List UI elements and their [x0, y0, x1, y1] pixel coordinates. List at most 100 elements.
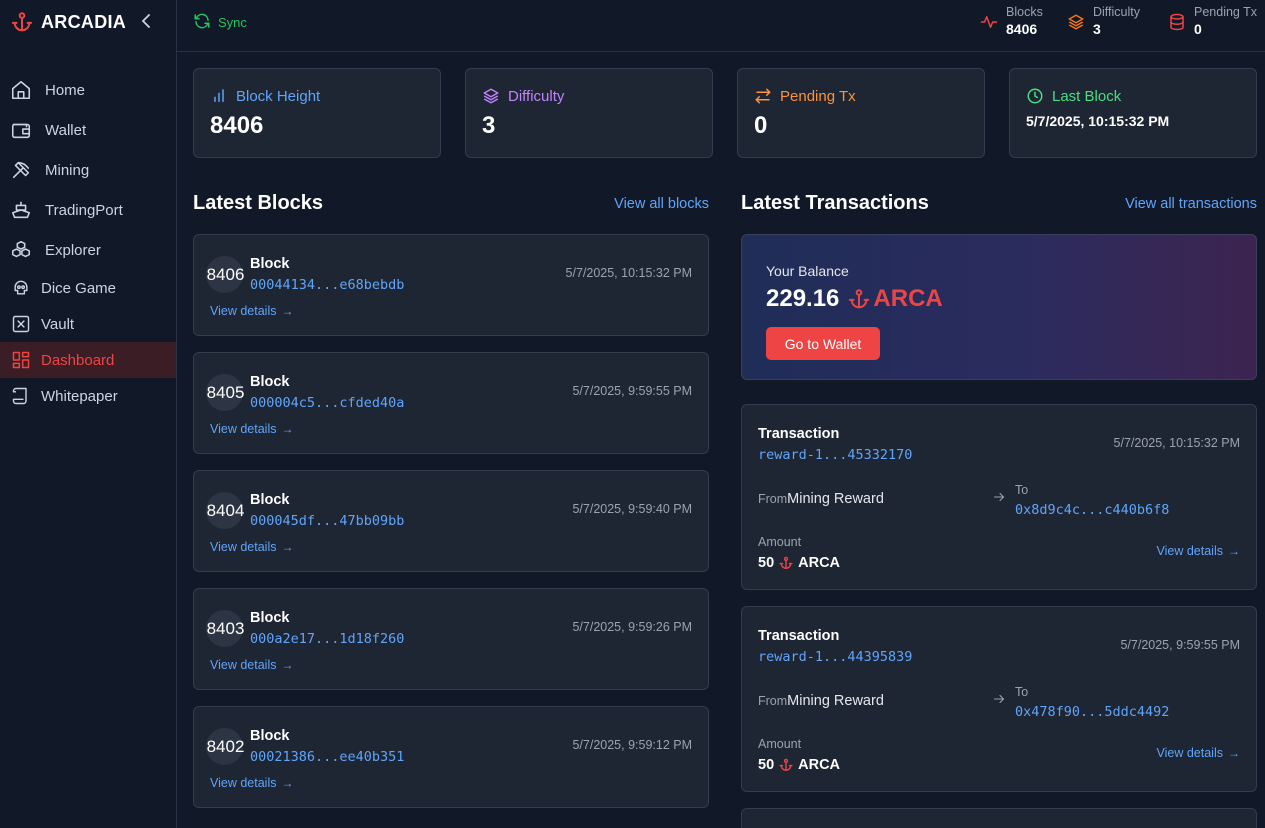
arrow-right-icon: →	[281, 540, 294, 554]
amount-label: Amount	[758, 535, 802, 549]
view-details-link[interactable]: View details →	[1157, 746, 1240, 760]
block-hash[interactable]: 00044134...e68bebdb	[250, 277, 404, 293]
stat-card-value: 0	[754, 112, 768, 139]
stat-card-block-height: Block Height 8406	[193, 68, 441, 158]
block-hash[interactable]: 000a2e17...1d18f260	[250, 631, 404, 647]
block-hash[interactable]: 000045df...47bb09bb	[250, 513, 404, 529]
amount-number: 50	[758, 555, 775, 571]
brand-name: ARCADIA	[41, 11, 127, 32]
anchor-icon	[778, 555, 794, 571]
block-number: 8405	[206, 382, 245, 402]
block-card[interactable]: 8406 Block 00044134...e68bebdb 5/7/2025,…	[193, 234, 709, 336]
vault-icon	[10, 313, 32, 335]
arrow-right-icon: →	[281, 422, 294, 436]
anchor-icon	[847, 287, 871, 311]
transaction-from: From Mining Reward	[758, 693, 884, 709]
sidebar-item-home[interactable]: Home	[0, 70, 176, 110]
view-details-link[interactable]: View details →	[210, 658, 293, 672]
sidebar-item-label: Wallet	[45, 121, 87, 139]
latest-blocks-title: Latest Blocks	[193, 192, 324, 214]
from-value: Mining Reward	[787, 491, 884, 507]
sidebar-item-mining[interactable]: Mining	[0, 150, 176, 190]
block-time: 5/7/2025, 10:15:32 PM	[565, 266, 692, 280]
home-icon	[10, 79, 32, 101]
scroll-icon	[10, 385, 32, 407]
sidebar-item-label: Vault	[41, 315, 75, 333]
bar-chart-icon	[210, 87, 228, 105]
arrow-right-icon: →	[281, 658, 294, 672]
from-label: From	[758, 492, 788, 506]
block-number-badge: 8403	[206, 610, 244, 647]
layers-icon	[1066, 12, 1086, 32]
anchor-icon	[778, 757, 794, 773]
block-number-badge: 8406	[206, 256, 245, 293]
balance-amount: 229.16	[766, 285, 840, 312]
view-details-link[interactable]: View details →	[210, 776, 293, 790]
sidebar-item-explorer[interactable]: Explorer	[0, 230, 176, 270]
from-value: Mining Reward	[787, 693, 884, 709]
sidebar-nav: Home Wallet Mining TradingPort Explorer …	[0, 70, 176, 414]
block-hash[interactable]: 00021386...ee40b351	[250, 749, 404, 765]
topbar-stat-difficulty: Difficulty 3	[1066, 4, 1140, 38]
layers-icon	[482, 87, 500, 105]
view-details-link[interactable]: View details →	[210, 422, 293, 436]
view-details-link[interactable]: View details →	[1157, 544, 1240, 558]
transaction-time: 5/7/2025, 10:15:32 PM	[1113, 436, 1240, 450]
block-number: 8402	[206, 736, 245, 756]
block-time: 5/7/2025, 9:59:40 PM	[572, 502, 692, 516]
stat-value: 3	[1093, 21, 1101, 37]
sidebar-item-vault[interactable]: Vault	[0, 306, 176, 342]
stat-card-value: 5/7/2025, 10:15:32 PM	[1026, 113, 1170, 129]
view-details-link[interactable]: View details →	[210, 540, 293, 554]
block-title: Block	[250, 256, 290, 272]
to-address[interactable]: 0x478f90...5ddc4492	[1015, 704, 1169, 720]
view-details-label: View details	[210, 540, 277, 554]
view-details-label: View details	[1156, 746, 1223, 760]
sidebar-item-wallet[interactable]: Wallet	[0, 110, 176, 150]
transaction-id[interactable]: reward-1...45332170	[758, 447, 912, 463]
block-title: Block	[250, 374, 290, 390]
view-all-transactions-link[interactable]: View all transactions	[1125, 196, 1257, 212]
view-details-link[interactable]: View details →	[210, 304, 293, 318]
sync-button[interactable]: Sync	[193, 12, 247, 33]
stat-value: 8406	[1006, 21, 1038, 37]
block-card[interactable]: 8404 Block 000045df...47bb09bb 5/7/2025,…	[193, 470, 709, 572]
from-label: From	[758, 694, 788, 708]
block-number: 8406	[206, 264, 245, 284]
to-label: To	[1015, 483, 1029, 497]
latest-transactions-title: Latest Transactions	[741, 192, 929, 214]
transaction-title: Transaction	[758, 628, 840, 644]
block-number-badge: 8405	[206, 374, 245, 411]
amount-value: 50 ARCA	[758, 757, 840, 773]
transaction-card[interactable]: Transaction reward-1...45332170 5/7/2025…	[741, 404, 1257, 590]
view-details-label: View details	[1156, 544, 1223, 558]
transaction-id[interactable]: reward-1...44395839	[758, 649, 912, 665]
transaction-card[interactable]: Transaction reward-1...44395839 5/7/2025…	[741, 606, 1257, 792]
to-address[interactable]: 0x8d9c4c...c440b6f8	[1015, 502, 1169, 518]
block-card[interactable]: 8405 Block 000004c5...cfded40a 5/7/2025,…	[193, 352, 709, 454]
go-to-wallet-button[interactable]: Go to Wallet	[766, 327, 880, 360]
balance-value: 229.16 ARCA	[766, 285, 943, 313]
amount-currency: ARCA	[798, 555, 841, 571]
stat-value: 0	[1194, 21, 1202, 37]
collapse-sidebar-icon[interactable]	[138, 12, 154, 30]
balance-currency: ARCA	[873, 285, 943, 312]
sidebar-item-whitepaper[interactable]: Whitepaper	[0, 378, 176, 414]
sidebar-item-tradingport[interactable]: TradingPort	[0, 190, 176, 230]
sidebar-item-dashboard[interactable]: Dashboard	[0, 342, 176, 378]
stat-card-label: Block Height	[236, 87, 321, 105]
sidebar-item-label: Home	[45, 81, 86, 99]
block-card[interactable]: 8403 Block 000a2e17...1d18f260 5/7/2025,…	[193, 588, 709, 690]
block-title: Block	[250, 728, 290, 744]
block-number-badge: 8404	[206, 492, 244, 529]
amount-currency: ARCA	[798, 757, 841, 773]
sidebar-item-dice-game[interactable]: Dice Game	[0, 270, 176, 306]
transaction-time: 5/7/2025, 9:59:55 PM	[1120, 638, 1240, 652]
block-hash[interactable]: 000004c5...cfded40a	[250, 395, 404, 411]
skull-icon	[10, 277, 32, 299]
stat-label: Pending Tx	[1194, 5, 1258, 19]
view-all-blocks-link[interactable]: View all blocks	[614, 196, 709, 212]
block-card[interactable]: 8402 Block 00021386...ee40b351 5/7/2025,…	[193, 706, 709, 808]
topbar-stat-pending: Pending Tx 0	[1167, 4, 1257, 38]
database-icon	[1167, 12, 1187, 32]
